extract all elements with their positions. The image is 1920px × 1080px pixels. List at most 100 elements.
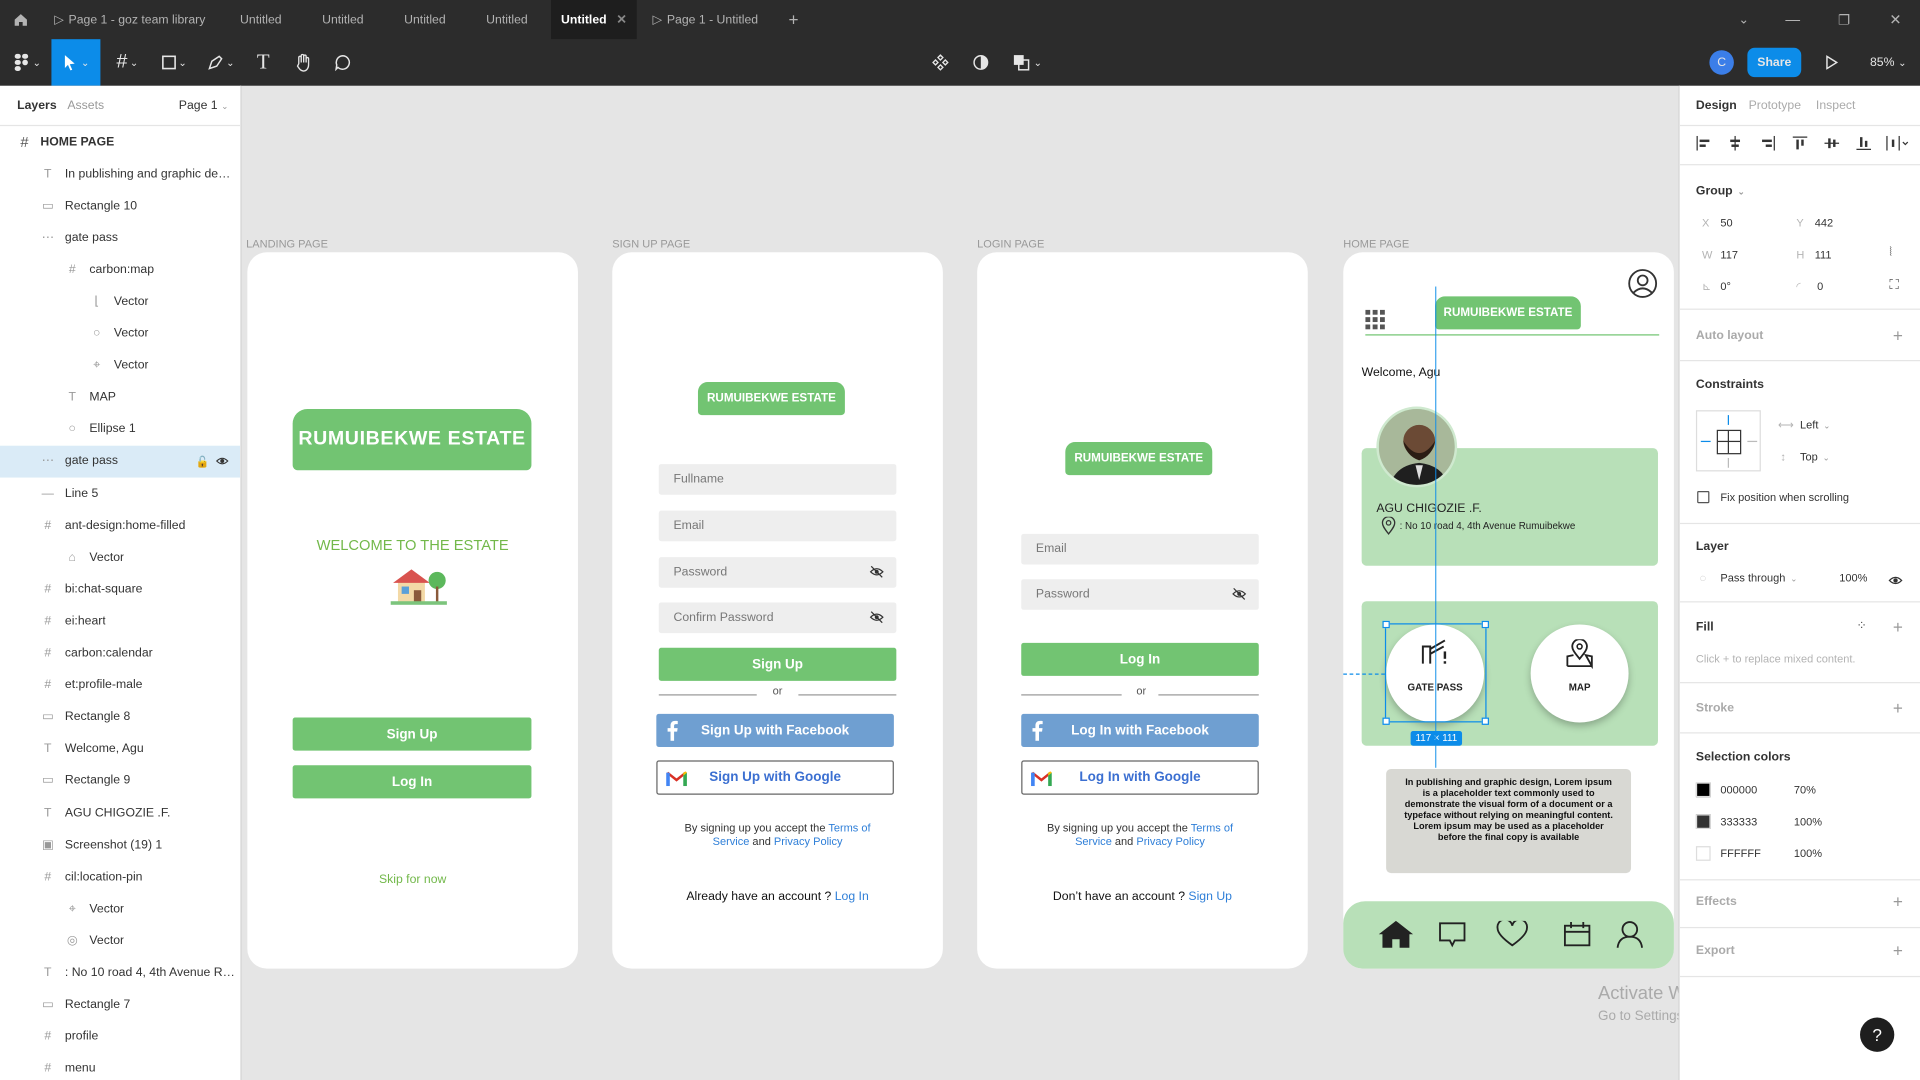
profile-male-icon[interactable]	[1615, 920, 1644, 956]
restore-icon[interactable]: ❐	[1829, 0, 1858, 39]
layer-row[interactable]: — Line 5	[0, 478, 240, 510]
signup-frame[interactable]: RUMUIBEKWE ESTATE Fullname Email Passwor…	[612, 252, 943, 969]
comment-tool-icon[interactable]	[326, 39, 360, 86]
align-center-h-icon[interactable]	[1728, 135, 1743, 157]
unlock-icon[interactable]: 🔓	[196, 455, 210, 468]
color-hex[interactable]: FFFFFF	[1720, 847, 1760, 859]
layer-row[interactable]: T MAP	[0, 382, 240, 414]
layer-row[interactable]: ▣ Screenshot (19) 1	[0, 829, 240, 861]
align-bottom-icon[interactable]	[1856, 135, 1872, 157]
layer-row[interactable]: ⌂ Vector	[0, 541, 240, 573]
layer-row[interactable]: T: No 10 road 4, 4th Avenue Ru...	[0, 957, 240, 989]
color-swatch[interactable]	[1695, 782, 1711, 798]
resize-handle[interactable]	[1382, 620, 1390, 629]
layer-row[interactable]: ▭ Rectangle 8	[0, 701, 240, 733]
landing-frame[interactable]: RUMUIBEKWE ESTATE WELCOME TO THE ESTATE …	[247, 252, 578, 969]
layer-row[interactable]: T AGU CHIGOZIE .F.	[0, 797, 240, 829]
layer-row[interactable]: # menu	[0, 1053, 240, 1080]
align-right-icon[interactable]	[1761, 135, 1776, 157]
components-icon[interactable]	[926, 39, 955, 86]
color-hex[interactable]: 000000	[1720, 784, 1757, 796]
independent-corners-icon[interactable]: ⛶	[1889, 278, 1898, 294]
group-label[interactable]: Group ⌄	[1696, 185, 1745, 198]
resize-handle[interactable]	[1382, 717, 1390, 725]
tab-0[interactable]: ▷ Page 1 - goz team library	[44, 0, 215, 39]
pen-tool-icon[interactable]: ⌄	[201, 39, 240, 86]
constraint-right[interactable]	[1747, 440, 1758, 443]
tab-design[interactable]: Design	[1696, 99, 1737, 112]
login-button[interactable]: Log In	[292, 765, 532, 799]
color-opacity[interactable]: 100%	[1794, 847, 1822, 859]
frame-tool-icon[interactable]: # ⌄	[108, 39, 147, 86]
layer-row[interactable]: T Welcome, Agu	[0, 733, 240, 765]
distribute-icon[interactable]	[1886, 135, 1910, 157]
vertical-constraint-select[interactable]: Top ⌄	[1800, 451, 1830, 463]
w-input[interactable]: 117	[1720, 249, 1738, 261]
tab-2[interactable]: Untitled	[302, 0, 383, 39]
calendar-icon[interactable]	[1563, 922, 1591, 953]
resize-handle[interactable]	[1481, 717, 1489, 725]
layer-row[interactable]: ◎ Vector	[0, 925, 240, 957]
home-frame[interactable]: RUMUIBEKWE ESTATE Welcome, Agu AGU CHIGO…	[1343, 252, 1674, 969]
constraint-top[interactable]	[1727, 415, 1729, 425]
add-effect-icon[interactable]: +	[1893, 893, 1903, 910]
minimize-icon[interactable]: —	[1778, 0, 1807, 39]
move-tool-icon[interactable]: ⌄	[51, 39, 101, 86]
tab-prototype[interactable]: Prototype	[1749, 99, 1801, 112]
new-tab-icon[interactable]: +	[781, 0, 805, 39]
email-field[interactable]: Email	[658, 510, 897, 542]
layer-row[interactable]: # ant-design:home-filled	[0, 510, 240, 542]
layer-row[interactable]: ⌊ Vector	[0, 286, 240, 318]
fix-position-checkbox[interactable]	[1697, 491, 1710, 504]
h-input[interactable]: 111	[1815, 249, 1832, 261]
login-frame[interactable]: RUMUIBEKWE ESTATE Email Password Log In …	[977, 252, 1308, 969]
constraint-bottom[interactable]	[1727, 457, 1729, 468]
layer-row[interactable]: # carbon:calendar	[0, 637, 240, 669]
layer-row[interactable]: # carbon:map	[0, 254, 240, 286]
tab-3[interactable]: Untitled	[384, 0, 465, 39]
facebook-signup-button[interactable]: Sign Up with Facebook	[656, 713, 894, 747]
layer-row[interactable]: ○ Ellipse 1	[0, 414, 240, 446]
layer-row[interactable]: # ei:heart	[0, 605, 240, 637]
fullname-field[interactable]: Fullname	[658, 464, 897, 495]
blend-mode-select[interactable]: Pass through ⌄	[1720, 572, 1797, 584]
present-icon[interactable]	[1817, 39, 1846, 86]
home-icon[interactable]	[7, 0, 34, 39]
frame-label-landing[interactable]: LANDING PAGE	[246, 238, 328, 250]
confirm-password-field[interactable]: Confirm Password	[658, 602, 897, 634]
signup-submit-button[interactable]: Sign Up	[658, 647, 897, 681]
eye-icon[interactable]	[215, 455, 229, 470]
frame-label-home[interactable]: HOME PAGE	[1343, 238, 1409, 250]
add-auto-layout-icon[interactable]: +	[1893, 327, 1903, 344]
shape-tool-icon[interactable]: ⌄	[154, 39, 193, 86]
home-filled-icon[interactable]	[1378, 920, 1415, 956]
layer-row[interactable]: ▭ Rectangle 10	[0, 190, 240, 222]
layer-row[interactable]: # cil:location-pin	[0, 861, 240, 893]
password-field[interactable]: Password	[658, 557, 897, 588]
layer-root[interactable]: # HOME PAGE	[0, 126, 240, 158]
radius-input[interactable]: 0	[1817, 280, 1823, 292]
x-input[interactable]: 50	[1720, 217, 1732, 229]
y-input[interactable]: 442	[1815, 217, 1833, 229]
constraints-widget[interactable]	[1695, 410, 1761, 472]
login-submit-button[interactable]: Log In	[1021, 642, 1259, 676]
login-link[interactable]: Log In	[835, 890, 869, 903]
email-field[interactable]: Email	[1021, 533, 1259, 565]
boolean-icon[interactable]: ⌄	[1007, 39, 1049, 86]
eye-off-icon[interactable]	[869, 565, 884, 582]
tab-inspect[interactable]: Inspect	[1816, 99, 1855, 112]
tab-layers[interactable]: Layers	[17, 99, 56, 112]
layer-row[interactable]: ⋯ gate pass 🔓	[0, 445, 241, 478]
chevron-down-icon[interactable]: ⌄	[1729, 0, 1758, 39]
heart-icon[interactable]	[1495, 918, 1529, 954]
frame-label-signup[interactable]: SIGN UP PAGE	[612, 238, 690, 250]
tab-assets[interactable]: Assets	[67, 99, 104, 112]
layer-row[interactable]: ⌖ Vector	[0, 350, 240, 382]
add-stroke-icon[interactable]: +	[1893, 699, 1903, 716]
hand-tool-icon[interactable]	[287, 39, 321, 86]
tab-4[interactable]: Untitled	[467, 0, 548, 39]
layer-row[interactable]: ⌖ Vector	[0, 893, 240, 925]
horizontal-constraint-select[interactable]: Left ⌄	[1800, 419, 1830, 431]
layer-row[interactable]: ▭ Rectangle 7	[0, 989, 240, 1021]
close-window-icon[interactable]: ✕	[1881, 0, 1910, 39]
